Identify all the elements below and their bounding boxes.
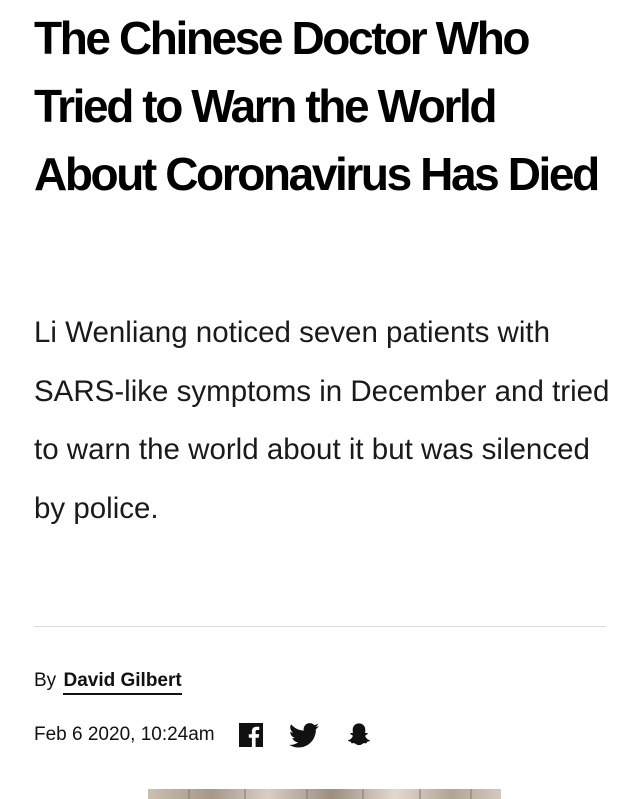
divider — [34, 626, 606, 627]
byline-prefix: By — [34, 670, 57, 691]
headline: The Chinese Doctor Who Tried to Warn the… — [34, 12, 600, 200]
publish-date: Feb 6 2020, 10:24am — [34, 724, 215, 745]
share-facebook-button[interactable] — [238, 723, 263, 747]
meta-row: Feb 6 2020, 10:24am — [34, 718, 373, 752]
facebook-icon — [238, 723, 263, 747]
article-dek: Li Wenliang noticed seven patients with … — [34, 316, 610, 525]
article: The Chinese Doctor Who Tried to Warn the… — [0, 0, 640, 799]
twitter-icon — [288, 722, 319, 747]
share-snapchat-button[interactable] — [345, 722, 373, 749]
snapchat-icon — [347, 722, 370, 745]
hero-image — [148, 789, 501, 799]
share-twitter-button[interactable] — [288, 722, 319, 748]
share-bar — [238, 722, 373, 749]
byline: By David Gilbert — [34, 668, 182, 698]
author-link[interactable]: David Gilbert — [63, 670, 182, 695]
